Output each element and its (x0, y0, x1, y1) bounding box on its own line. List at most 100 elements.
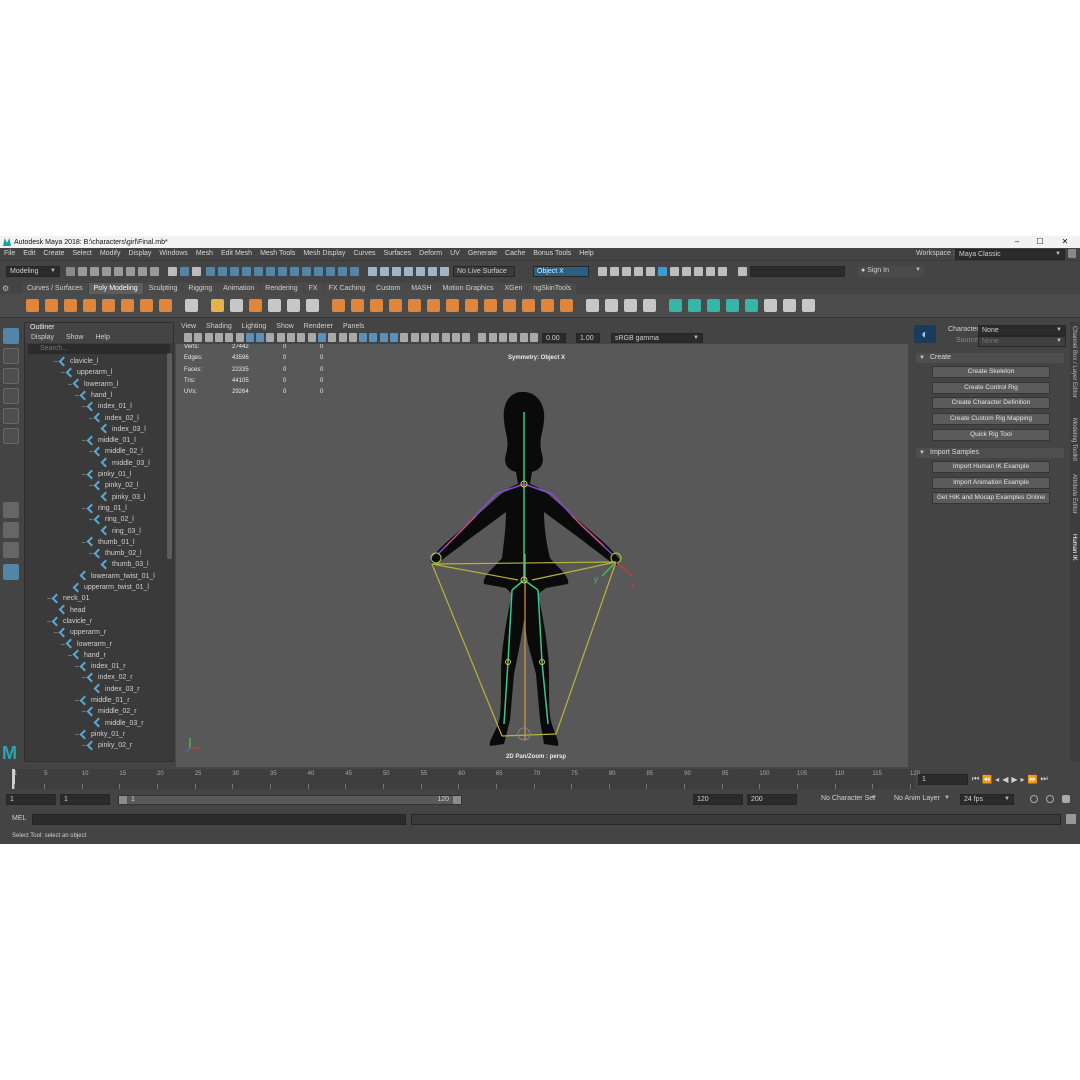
shelf-tab-sculpting[interactable]: Sculpting (143, 283, 183, 294)
status-tool-icon[interactable] (338, 267, 347, 276)
shelf-tab-animation[interactable]: Animation (218, 283, 260, 294)
outliner-item[interactable]: index_03_r (89, 683, 140, 695)
shelf-tab-poly-modeling[interactable]: Poly Modeling (88, 283, 143, 294)
shelf-tool-icon[interactable] (802, 299, 815, 312)
outliner-item[interactable]: – clavicle_l (54, 356, 98, 367)
menu-edit-mesh[interactable]: Edit Mesh (217, 248, 256, 260)
shelf-tool-icon[interactable] (268, 299, 281, 312)
status-tool-icon[interactable] (738, 267, 747, 276)
outliner-item[interactable]: – middle_01_r (75, 695, 130, 706)
move-tool-icon[interactable] (3, 388, 19, 404)
status-tool-icon[interactable] (634, 267, 643, 276)
viewport-tool-icon[interactable] (400, 333, 409, 342)
menu-mesh[interactable]: Mesh (192, 248, 217, 260)
lasso-tool-icon[interactable] (3, 348, 19, 364)
shelf-tab-rendering[interactable]: Rendering (260, 283, 303, 294)
step-back-key-icon[interactable]: ⏪ (982, 775, 992, 784)
viewport-tool-icon[interactable] (509, 333, 518, 342)
shelf-tool-icon[interactable] (707, 299, 720, 312)
shelf-tab-curves-surfaces[interactable]: Curves / Surfaces (22, 283, 88, 294)
shelf-tool-icon[interactable] (64, 299, 77, 312)
command-input[interactable] (32, 814, 406, 825)
side-by-side-layout-icon[interactable] (3, 542, 19, 558)
status-tool-icon[interactable] (718, 267, 727, 276)
go-to-start-icon[interactable]: ⏮ (972, 774, 979, 784)
four-pane-layout-icon[interactable] (3, 522, 19, 538)
menu-mesh-display[interactable]: Mesh Display (299, 248, 349, 260)
current-frame-field[interactable]: 1 (918, 774, 968, 785)
create-character-definition-button[interactable]: Create Character Definition (932, 397, 1050, 410)
create-custom-rig-mapping-button[interactable]: Create Custom Rig Mapping (932, 413, 1050, 426)
shelf-tool-icon[interactable] (332, 299, 345, 312)
range-slider[interactable]: 1 120 (118, 795, 462, 805)
shelf-tool-icon[interactable] (586, 299, 599, 312)
status-tool-icon[interactable] (646, 267, 655, 276)
menu-generate[interactable]: Generate (464, 248, 501, 260)
shelf-tab-fx-caching[interactable]: FX Caching (323, 283, 371, 294)
menu-uv[interactable]: UV (446, 248, 464, 260)
shelf-tool-icon[interactable] (605, 299, 618, 312)
outliner-item[interactable]: – lowerarm_l (68, 378, 118, 390)
outliner-layout-icon[interactable] (3, 564, 19, 580)
command-language-label[interactable]: MEL (12, 815, 26, 822)
play-backwards-icon[interactable]: ◀ (1002, 775, 1008, 784)
shelf-tool-icon[interactable] (688, 299, 701, 312)
step-back-frame-icon[interactable]: ◂ (995, 775, 999, 784)
viewport-tool-icon[interactable] (245, 333, 254, 342)
step-forward-key-icon[interactable]: ⏩ (1028, 775, 1038, 784)
menu-surfaces[interactable]: Surfaces (380, 248, 416, 260)
shelf-tool-icon[interactable] (503, 299, 516, 312)
viewport-persp[interactable]: Verts: 27442 0 0 Edges: 43596 0 0 Faces: 22335 0 0 T… (176, 344, 908, 767)
outliner-item[interactable]: – pinky_01_l (82, 469, 131, 480)
status-tool-icon[interactable] (658, 267, 667, 276)
shelf-tool-icon[interactable] (83, 299, 96, 312)
status-tool-icon[interactable] (254, 267, 263, 276)
status-tool-icon[interactable] (706, 267, 715, 276)
outliner-item[interactable]: – index_02_l (89, 412, 139, 424)
outliner-item[interactable]: – middle_02_r (82, 706, 137, 717)
viewport-tool-icon[interactable] (204, 333, 213, 342)
play-forwards-icon[interactable]: ▶ (1011, 775, 1017, 784)
viewport-tool-icon[interactable] (235, 333, 244, 342)
sign-in-button[interactable]: ● Sign In ▼ (858, 266, 924, 277)
shelf-tool-icon[interactable] (541, 299, 554, 312)
select-tool-icon[interactable] (3, 328, 19, 344)
outliner-scrollbar[interactable] (167, 353, 172, 559)
status-tool-icon[interactable] (350, 267, 359, 276)
gamma-field[interactable]: 1.00 (576, 333, 600, 343)
command-search-field[interactable] (750, 266, 845, 277)
menu-file[interactable]: File (0, 248, 19, 260)
preferences-icon[interactable] (1062, 795, 1070, 803)
colorspace-dropdown[interactable]: sRGB gamma ▼ (611, 333, 703, 343)
viewport-tool-icon[interactable] (519, 333, 528, 342)
outliner-item[interactable]: – pinky_01_r (75, 729, 125, 740)
status-tool-icon[interactable] (102, 267, 111, 276)
scale-tool-icon[interactable] (3, 428, 19, 444)
shelf-tab-custom[interactable]: Custom (371, 283, 406, 294)
status-tool-icon[interactable] (78, 267, 87, 276)
character-set-dropdown[interactable]: No Character Set ▼ (818, 794, 880, 805)
outliner-item[interactable]: – middle_01_l (82, 435, 136, 446)
shelf-tool-icon[interactable] (351, 299, 364, 312)
viewport-tool-icon[interactable] (184, 333, 192, 342)
viewport-tool-icon[interactable] (359, 333, 368, 342)
status-tool-icon[interactable] (326, 267, 335, 276)
shelf-tool-icon[interactable] (45, 299, 58, 312)
viewport-tool-icon[interactable] (297, 333, 306, 342)
shelf-tool-icon[interactable] (560, 299, 573, 312)
outliner-item[interactable]: – middle_02_l (89, 446, 143, 457)
viewport-tool-icon[interactable] (529, 333, 538, 342)
status-tool-icon[interactable] (230, 267, 239, 276)
menu-deform[interactable]: Deform (415, 248, 446, 260)
status-tool-icon[interactable] (168, 267, 177, 276)
quick-rig-tool-button[interactable]: Quick Rig Tool (932, 428, 1050, 441)
status-tool-icon[interactable] (440, 267, 449, 276)
status-tool-icon[interactable] (206, 267, 215, 276)
status-tool-icon[interactable] (368, 267, 377, 276)
shelf-tool-icon[interactable] (389, 299, 402, 312)
status-tool-icon[interactable] (670, 267, 679, 276)
outliner-item[interactable]: – ring_02_l (89, 514, 134, 525)
menu-mesh-tools[interactable]: Mesh Tools (256, 248, 299, 260)
mode-dropdown[interactable]: Modeling ▼ (6, 266, 60, 277)
attribute-editor-tab[interactable]: Attribute Editor (1071, 474, 1077, 514)
